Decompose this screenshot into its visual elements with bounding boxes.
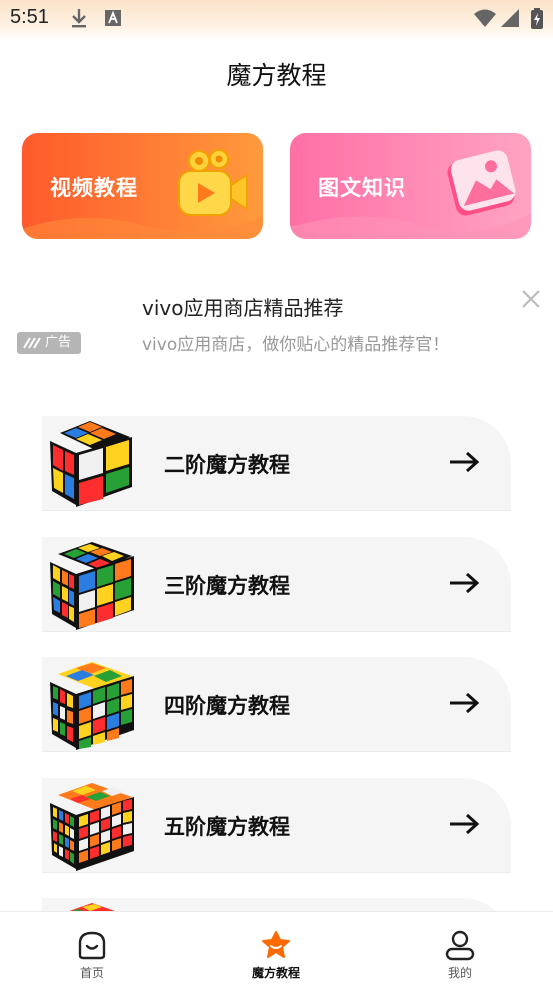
nav-label-mine: 我的	[447, 966, 472, 980]
cube-2x2-icon	[50, 421, 132, 507]
arrow-right-icon	[450, 451, 480, 473]
arrow-right-icon	[450, 572, 480, 594]
tutorial-card-label: 四阶魔方教程	[164, 694, 290, 718]
nav-item-tutorial[interactable]: 魔方教程	[216, 912, 336, 984]
nav-item-mine[interactable]: 我的	[400, 912, 520, 984]
tutorial-card-2x2[interactable]: 二阶魔方教程	[42, 416, 511, 511]
bottom-navigation: 首页 魔方教程 我的	[0, 911, 553, 984]
tutorial-list: 二阶魔方教程 三阶魔方教程 四阶魔方教程 五阶魔方教程	[0, 0, 553, 911]
tutorial-card-4x4[interactable]: 四阶魔方教程	[42, 657, 511, 752]
tutorial-card-partial[interactable]	[42, 898, 511, 911]
home-smile-icon	[78, 931, 106, 960]
cube-partial-icon	[69, 903, 115, 911]
cube-tutorial-icon	[262, 931, 290, 958]
nav-item-home[interactable]: 首页	[32, 912, 152, 984]
cube-4x4-icon	[50, 662, 134, 750]
cube-5x5-icon	[50, 783, 134, 871]
tutorial-card-label: 二阶魔方教程	[164, 453, 290, 477]
arrow-right-icon	[450, 813, 480, 835]
nav-label-home: 首页	[79, 966, 104, 980]
user-icon	[445, 930, 475, 961]
nav-label-tutorial: 魔方教程	[251, 966, 300, 980]
arrow-right-icon	[450, 692, 480, 714]
cube-3x3-icon	[50, 542, 134, 630]
tutorial-card-label: 五阶魔方教程	[164, 815, 290, 839]
tutorial-card-3x3[interactable]: 三阶魔方教程	[42, 537, 511, 632]
tutorial-card-label: 三阶魔方教程	[164, 574, 290, 598]
tutorial-card-5x5[interactable]: 五阶魔方教程	[42, 778, 511, 873]
